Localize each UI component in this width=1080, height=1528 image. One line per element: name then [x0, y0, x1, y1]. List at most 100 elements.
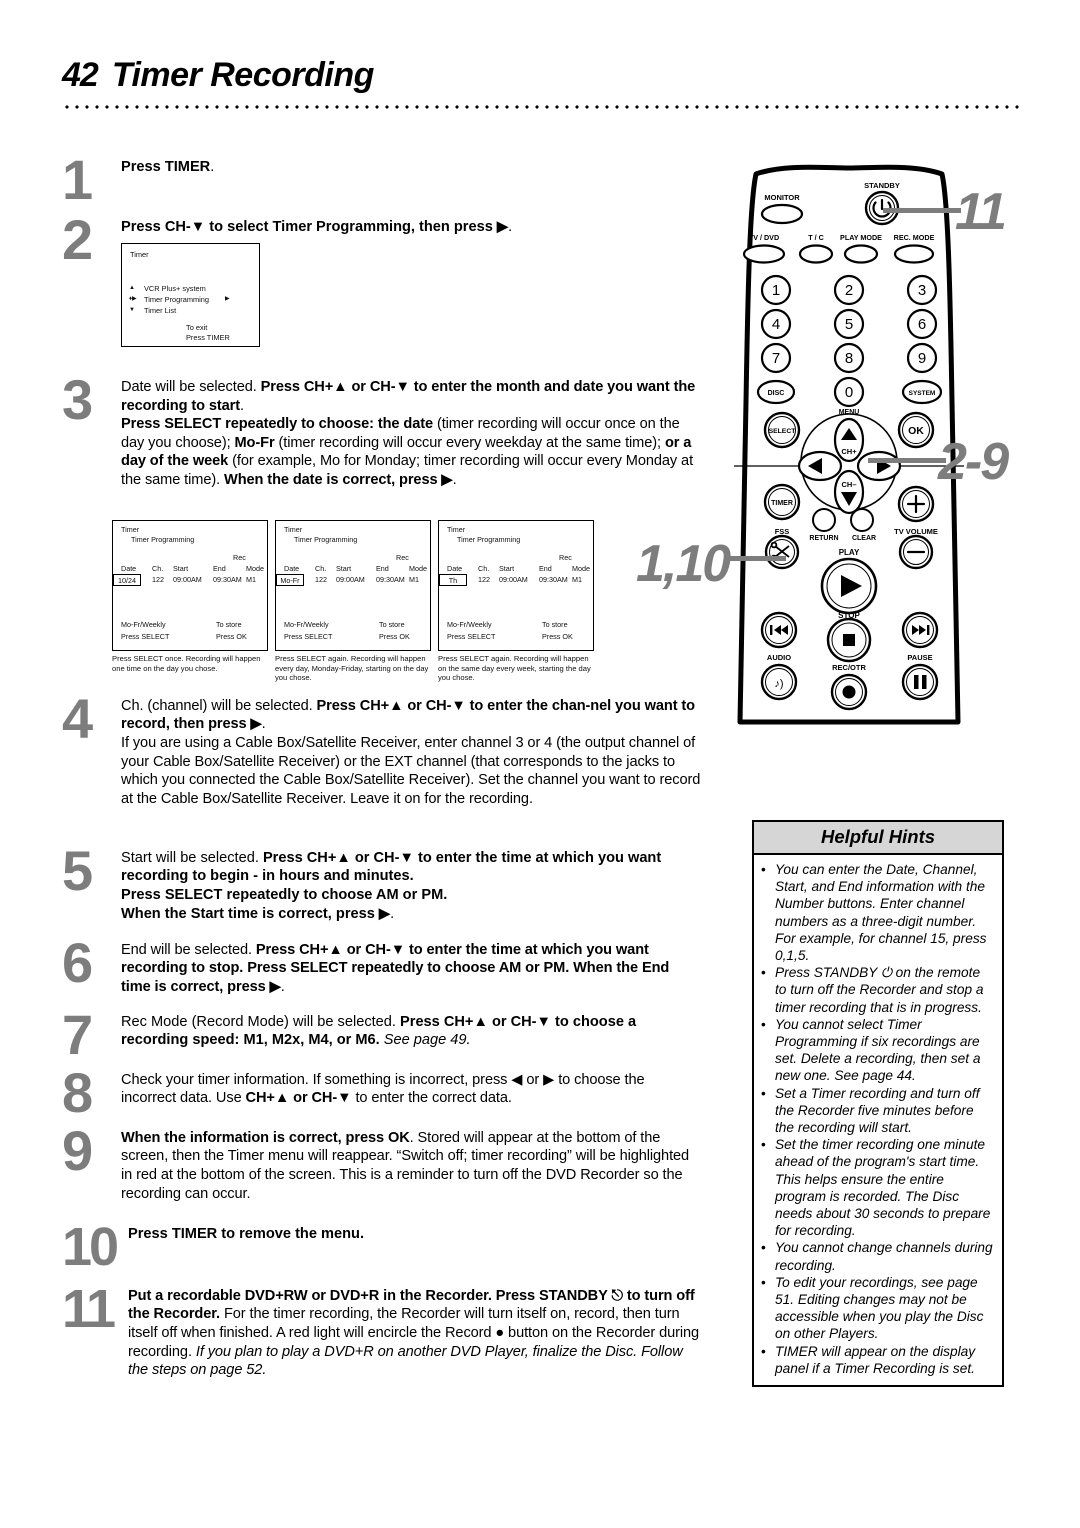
up-arrow-icon: ▲	[129, 284, 135, 291]
svg-text:♪): ♪)	[774, 678, 783, 690]
panel-subtitle: Timer Programming	[131, 535, 195, 544]
helpful-hints-list: • You can enter the Date, Channel, Start…	[754, 855, 1002, 1385]
step-body: When the information is correct, press O…	[121, 1129, 690, 1202]
step-number: 1	[62, 148, 93, 211]
panel-title: Timer	[447, 525, 466, 534]
svg-text:PAUSE: PAUSE	[907, 653, 932, 662]
step-body: Press TIMER to remove the menu.	[128, 1225, 364, 1242]
panel-caption: Press SELECT again. Recording will happe…	[275, 654, 429, 683]
bullet-icon: •	[761, 1016, 766, 1032]
date-value-highlighted: Th	[439, 574, 467, 586]
step-3: 3 Date will be selected. Press CH+▲ or C…	[62, 372, 702, 512]
page-number: 42	[62, 56, 99, 94]
svg-text:SELECT: SELECT	[769, 428, 797, 435]
panel-footer-store: To store	[216, 620, 242, 629]
svg-text:9: 9	[918, 350, 926, 367]
helpful-hints-heading: Helpful Hints	[754, 822, 1002, 855]
col-end: End	[376, 564, 389, 573]
step-number: 5	[62, 838, 93, 902]
step-10: 10 Press TIMER to remove the menu.	[62, 1220, 702, 1287]
step-7: 7 Rec Mode (Record Mode) will be selecte…	[62, 1006, 702, 1071]
hint-text: To edit your recordings, see page 51. Ed…	[775, 1274, 984, 1342]
timer-example-mofr: Timer Timer Programming Rec Date Ch. Sta…	[275, 520, 431, 683]
hint-item: • TIMER will appear on the display panel…	[761, 1343, 995, 1377]
svg-text:3: 3	[918, 282, 926, 299]
callout-leader-2-9	[868, 458, 946, 463]
svg-text:REC. MODE: REC. MODE	[894, 233, 935, 242]
step-body: Ch. (channel) will be selected. Press CH…	[121, 697, 701, 807]
timer-menu-exit-line2: Press TIMER	[186, 332, 230, 342]
svg-text:0: 0	[845, 384, 853, 401]
step-11: 11 Put a recordable DVD+RW or DVD+R in t…	[62, 1282, 702, 1417]
header-dotted-rule	[62, 104, 1020, 110]
panel-title: Timer	[121, 525, 140, 534]
step-number: 6	[62, 930, 93, 994]
step-9: 9 When the information is correct, press…	[62, 1118, 702, 1225]
panel-footer-store: To store	[542, 620, 568, 629]
bullet-icon: •	[761, 1343, 766, 1359]
panel-subtitle: Timer Programming	[294, 535, 358, 544]
val-ch: 122	[478, 575, 490, 584]
step-1: 1 Press TIMER.	[62, 148, 702, 218]
panel-footer-mofr: Mo-Fr/Weekly	[447, 620, 492, 629]
timer-menu-item-timer-programming: ♦▶ Timer Programming	[129, 295, 209, 304]
col-end: End	[539, 564, 552, 573]
col-ch: Ch.	[315, 564, 327, 573]
step-body: End will be selected. Press CH+▲ or CH-▼…	[121, 941, 670, 995]
hint-item: • You can enter the Date, Channel, Start…	[761, 861, 995, 964]
svg-text:RETURN: RETURN	[809, 535, 838, 542]
panel-title: Timer	[284, 525, 303, 534]
step-4: 4 Ch. (channel) will be selected. Press …	[62, 690, 702, 849]
col-date: Date	[447, 564, 463, 573]
col-date: Date	[121, 564, 137, 573]
svg-text:1: 1	[772, 282, 780, 299]
hint-text: You can enter the Date, Channel, Start, …	[775, 862, 987, 964]
col-start: Start	[336, 564, 352, 573]
hint-text: TIMER will appear on the display panel i…	[775, 1343, 976, 1376]
hint-text: Press STANDBY ⏻ on the remote to turn of…	[775, 965, 984, 1015]
svg-text:TV VOLUME: TV VOLUME	[894, 527, 938, 536]
chevron-right-icon: ▶	[225, 295, 230, 302]
step-number: 8	[62, 1060, 93, 1124]
col-end: End	[213, 564, 226, 573]
panel-footer-ok: Press OK	[542, 632, 573, 641]
panel-footer-select: Press SELECT	[447, 632, 496, 641]
svg-text:OK: OK	[908, 425, 924, 437]
step-body: Put a recordable DVD+RW or DVD+R in the …	[128, 1287, 700, 1379]
step-body: Start will be selected. Press CH+▲ or CH…	[121, 849, 662, 922]
svg-text:REC/OTR: REC/OTR	[832, 663, 866, 672]
val-mode: M1	[572, 575, 582, 584]
callout-leader-11	[883, 208, 961, 213]
col-mode: Mode	[572, 564, 590, 573]
date-value-highlighted: Mo-Fr	[276, 574, 304, 586]
timer-menu-exit-line1: To exit	[186, 322, 208, 332]
panel-caption: Press SELECT once. Recording will happen…	[112, 654, 261, 673]
svg-text:5: 5	[845, 316, 853, 333]
val-mode: M1	[246, 575, 256, 584]
svg-text:8: 8	[845, 350, 853, 367]
timer-example-weekly: Timer Timer Programming Rec Date Ch. Sta…	[438, 520, 594, 683]
val-end: 09:30AM	[539, 575, 568, 584]
hint-item: • You cannot change channels during reco…	[761, 1239, 995, 1273]
svg-text:CLEAR: CLEAR	[852, 535, 876, 542]
panel-footer-select: Press SELECT	[121, 632, 170, 641]
bullet-icon: •	[761, 1137, 766, 1153]
col-date: Date	[284, 564, 300, 573]
svg-text:STANDBY: STANDBY	[864, 181, 900, 190]
hint-item: • To edit your recordings, see page 51. …	[761, 1274, 995, 1343]
bullet-icon: •	[761, 1274, 766, 1290]
left-right-arrow-icon: ♦▶	[129, 295, 137, 302]
bullet-icon: •	[761, 965, 766, 981]
svg-text:PLAY: PLAY	[839, 548, 860, 557]
instruction-column: 1 Press TIMER. 2 Press CH-▼ to select Ti…	[62, 148, 702, 1417]
svg-text:T / C: T / C	[808, 233, 824, 242]
svg-text:AUDIO: AUDIO	[767, 653, 791, 662]
svg-text:DISC: DISC	[768, 390, 785, 397]
val-start: 09:00AM	[499, 575, 528, 584]
rec-label: Rec	[233, 553, 246, 562]
step-body: Press CH-▼ to select Timer Programming, …	[121, 219, 513, 235]
svg-text:MONITOR: MONITOR	[764, 193, 800, 202]
step-number: 9	[62, 1118, 93, 1182]
timer-menu-item-label: Timer Programming	[144, 294, 210, 304]
rec-label: Rec	[559, 553, 572, 562]
